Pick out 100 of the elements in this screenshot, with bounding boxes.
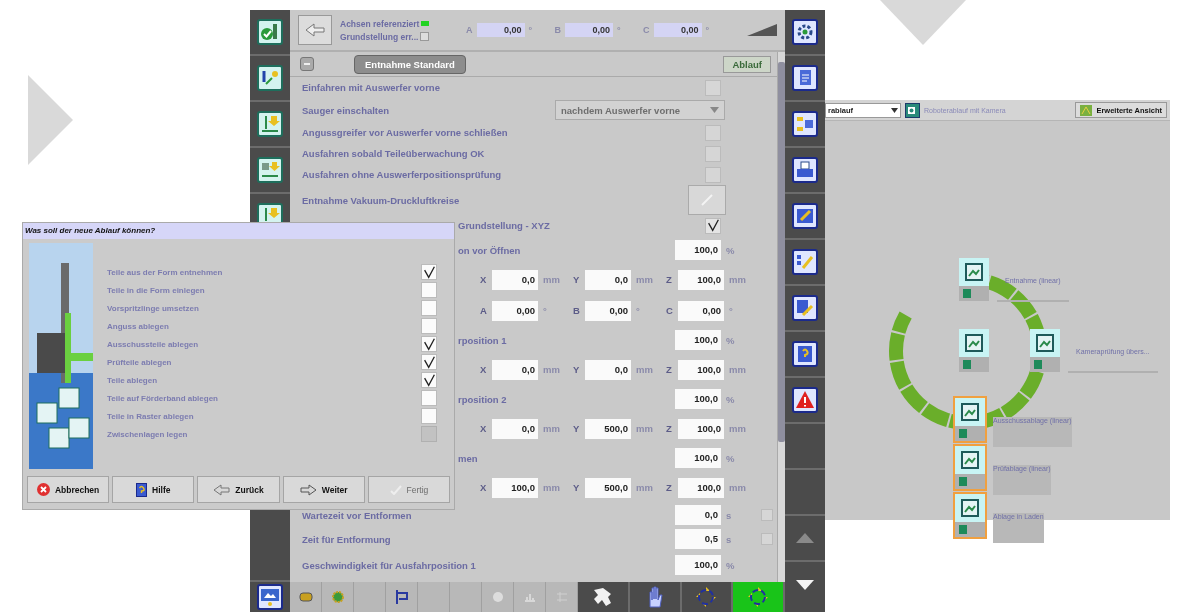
axis-label: X (480, 274, 488, 285)
setting-label: rposition 1 (458, 334, 508, 346)
checkbox[interactable] (761, 533, 773, 545)
sequence-node[interactable] (953, 396, 987, 443)
value-field[interactable]: 0,00 (585, 300, 631, 321)
checkbox[interactable] (421, 372, 437, 388)
value-field[interactable]: 100,0 (675, 330, 721, 350)
unit-label: ° (542, 305, 548, 316)
module-icon (959, 525, 967, 534)
option-label: Teile in Raster ablegen (107, 411, 195, 421)
help-icon[interactable] (792, 341, 818, 367)
option-label: Teile aus der Form entnehmen (107, 267, 224, 277)
pencil-icon[interactable] (792, 203, 818, 229)
option-label: Anguss ablegen (107, 321, 170, 331)
flowchart-icon[interactable] (394, 589, 409, 605)
checkbox[interactable] (421, 300, 437, 316)
mode-button[interactable] (578, 582, 630, 612)
left-arrow-icon (305, 23, 325, 37)
option-label: Teile auf Förderband ablegen (107, 393, 219, 403)
value-field[interactable]: 500,0 (585, 418, 631, 439)
checkbox[interactable] (421, 408, 437, 424)
value-field[interactable]: 0,0 (492, 359, 538, 380)
value-field[interactable]: 100,0 (492, 477, 538, 498)
value-field[interactable]: 100,0 (678, 269, 724, 290)
axis-label: C (643, 25, 650, 35)
sequence-node[interactable] (1028, 327, 1062, 374)
value-field[interactable]: 100,0 (675, 448, 721, 468)
value-field[interactable]: 0,0 (492, 418, 538, 439)
scroll-down-button[interactable] (796, 580, 814, 590)
mode-button[interactable] (681, 582, 734, 612)
value-field[interactable]: 100,0 (675, 555, 721, 575)
check-button[interactable] (688, 185, 726, 215)
sequence-node[interactable] (957, 327, 991, 374)
chart-icon (961, 451, 979, 469)
checkbox[interactable] (705, 166, 721, 183)
module-icon (963, 289, 971, 298)
dialog-button[interactable]: Weiter (282, 476, 365, 503)
document-icon[interactable] (792, 65, 818, 91)
setting-label: Entnahme Vakuum-Druckluftkreise (302, 194, 461, 206)
setting-label: Ausfahren ohne Auswerferpositionsprüfung (302, 169, 503, 180)
checkbox[interactable] (705, 145, 721, 162)
value-field[interactable]: 100,0 (678, 359, 724, 380)
robot-icon[interactable] (298, 591, 313, 603)
checklist-icon[interactable] (792, 249, 818, 275)
unit-label: ° (635, 305, 641, 316)
printer-icon[interactable] (792, 157, 818, 183)
collapse-button[interactable] (300, 57, 314, 71)
value-field[interactable]: 100,0 (675, 240, 721, 260)
axis-label: Z (666, 274, 673, 285)
sequence-node[interactable] (957, 256, 991, 303)
checkbox[interactable] (761, 509, 773, 521)
value-field[interactable]: 0,5 (675, 529, 721, 549)
unit-label: ° (705, 25, 711, 35)
status-label: Achsen referenziert (340, 18, 420, 29)
value-field[interactable]: 0,0 (585, 359, 631, 380)
flow-icon[interactable] (257, 65, 283, 91)
check-icon[interactable] (257, 19, 283, 45)
value-field[interactable]: 100,0 (678, 477, 724, 498)
unit-label: mm (542, 364, 561, 375)
checkbox[interactable] (421, 354, 437, 370)
setting-label: Zeit für Entformung (302, 533, 392, 545)
value-field[interactable]: 0,0 (585, 269, 631, 290)
dialog-button[interactable]: Abbrechen (27, 476, 110, 503)
close-icon (36, 483, 50, 496)
dialog-button[interactable]: Hilfe (112, 476, 195, 503)
axis-label: A (480, 305, 488, 316)
axis-label: Z (666, 364, 673, 375)
unit-label: mm (728, 274, 747, 285)
checkbox[interactable] (421, 390, 437, 406)
checkbox[interactable] (705, 124, 721, 141)
mode-button[interactable] (733, 582, 785, 612)
scroll-up-button[interactable] (796, 533, 814, 543)
value-field[interactable]: 100,0 (675, 389, 721, 409)
warning-icon[interactable] (792, 387, 818, 413)
value-field[interactable]: 0,0 (492, 269, 538, 290)
checkbox[interactable] (421, 318, 437, 334)
wrench-icon[interactable] (792, 295, 818, 321)
chart-icon (1036, 334, 1054, 352)
checkbox[interactable] (421, 282, 437, 298)
sequence-button[interactable]: Ablauf (723, 55, 771, 73)
value-field[interactable]: 0,00 (492, 300, 538, 321)
sequence-node[interactable] (953, 492, 987, 539)
checkbox[interactable] (421, 336, 437, 352)
checkbox[interactable] (421, 264, 437, 280)
axis-label: Y (573, 482, 581, 493)
value-field[interactable]: 500,0 (585, 477, 631, 498)
dialog-button[interactable]: Zurück (197, 476, 280, 503)
value-field[interactable]: 0,00 (678, 300, 724, 321)
value-field[interactable]: 100,0 (678, 418, 724, 439)
gear-icon[interactable] (792, 19, 818, 45)
axis-label: X (480, 364, 488, 375)
mode-button[interactable] (629, 582, 682, 612)
sequence-node[interactable] (953, 444, 987, 491)
flowchart-icon[interactable] (792, 111, 818, 137)
checkbox[interactable] (705, 217, 721, 234)
screen-icon[interactable] (257, 584, 283, 610)
option-label: Teile ablegen (107, 375, 159, 385)
unit-label: mm (728, 364, 747, 375)
checkbox[interactable] (705, 79, 721, 96)
value-field[interactable]: 0,0 (675, 505, 721, 525)
